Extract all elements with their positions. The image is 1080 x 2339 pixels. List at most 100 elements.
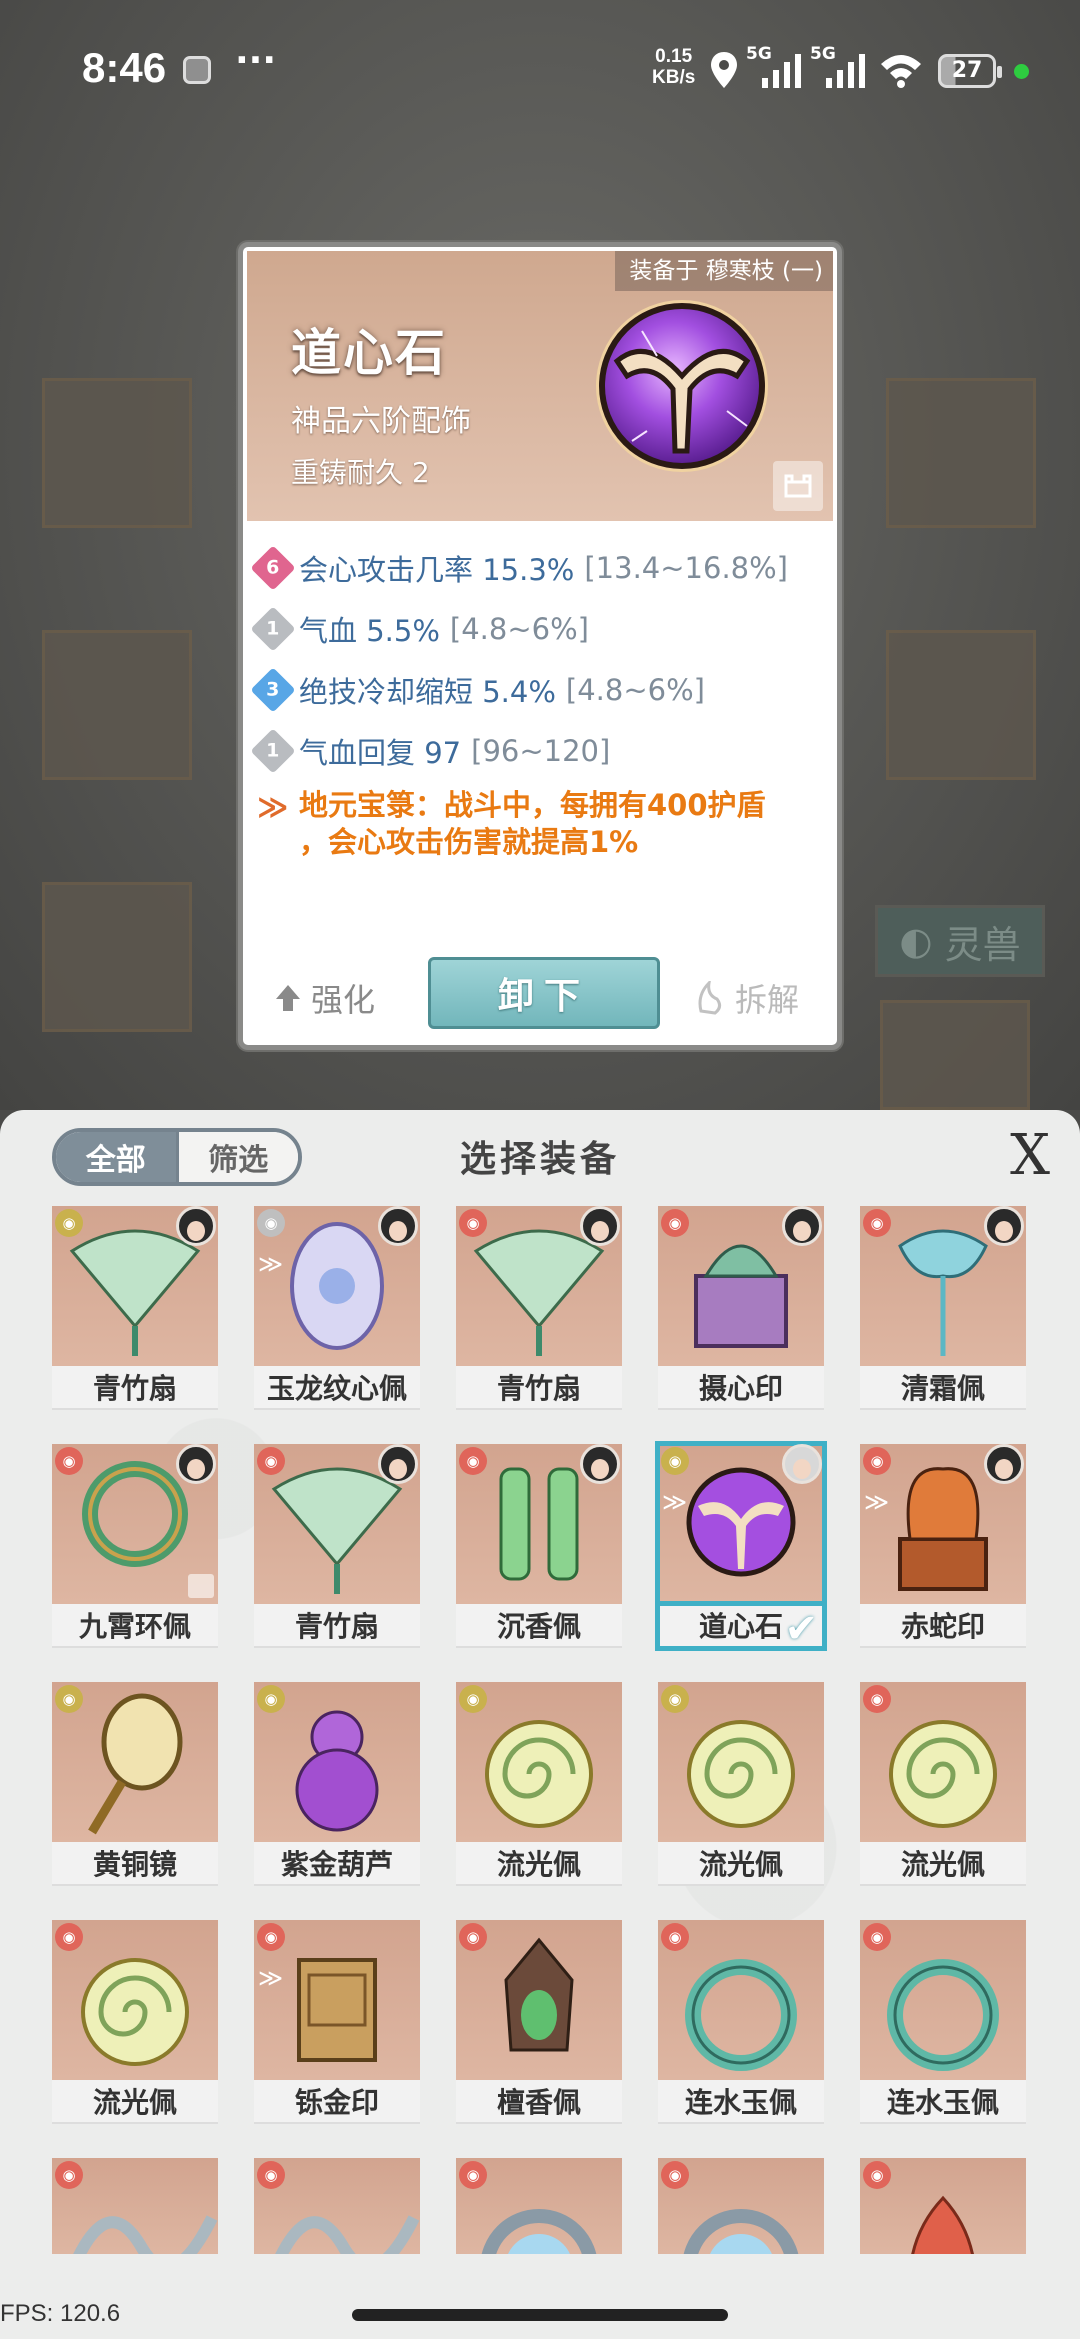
equipment-name: 九霄环佩 — [52, 1604, 218, 1648]
bg-equip-slot — [886, 378, 1036, 528]
owner-avatar — [580, 1444, 620, 1484]
equipment-item[interactable]: ◉ — [254, 2158, 420, 2254]
item-detail-card: 装备于 穆寒枝 (一) 道心石 神品六阶配饰 重铸耐久 2 6 会心攻击几率 1… — [238, 242, 842, 1050]
set-mark-icon: ≫ — [258, 1964, 284, 1992]
purple-orb-icon — [596, 300, 768, 472]
dismantle-label: 拆解 — [735, 981, 800, 1019]
quality-badge: ◉ — [459, 1923, 487, 1951]
equipment-item[interactable]: ◉ ≫ 玉龙纹心佩 — [254, 1206, 420, 1416]
quality-badge: ◉ — [661, 2161, 689, 2189]
equipment-name: 连水玉佩 — [860, 2080, 1026, 2124]
quality-badge: ◉ — [863, 1447, 891, 1475]
arrow-up-icon — [276, 985, 300, 1011]
equipment-item[interactable]: ◉ — [860, 2158, 1026, 2254]
set-mark-icon: ≫ — [258, 1250, 284, 1278]
equipment-item[interactable]: ◉ 流光佩 — [860, 1682, 1026, 1892]
equipment-name: 沉香佩 — [456, 1604, 622, 1648]
signal-icon — [762, 54, 801, 88]
equipment-item[interactable]: ◉ 摄心印 — [658, 1206, 824, 1416]
equipment-item[interactable]: ◉ 流光佩 — [52, 1920, 218, 2130]
stat-row: 1 气血 5.5% [4.8~6%] — [250, 598, 837, 659]
equipment-item[interactable]: ◉ — [52, 2158, 218, 2254]
equipment-item[interactable]: ◉ — [456, 2158, 622, 2254]
paw-icon: ◐ — [899, 919, 933, 963]
quality-badge: ◉ — [257, 1685, 285, 1713]
equipment-item[interactable]: ◉ 紫金葫芦 — [254, 1682, 420, 1892]
owner-avatar — [984, 1444, 1024, 1484]
stat-row: 1 气血回复 97 [96~120] — [250, 720, 837, 781]
stat-text: 气血回复 97 — [299, 735, 462, 770]
close-button[interactable]: X — [1006, 1128, 1054, 1184]
unequip-button[interactable]: 卸下 — [428, 957, 660, 1029]
equipment-item[interactable]: ◉ 青竹扇 — [52, 1206, 218, 1416]
item-durability: 重铸耐久 2 — [291, 456, 430, 489]
privacy-indicator — [1014, 64, 1029, 79]
equipment-item[interactable]: ◉ ≫ 铄金印 — [254, 1920, 420, 2130]
equipment-item[interactable]: ◉ 连水玉佩 — [860, 1920, 1026, 2130]
bg-equip-slot — [880, 1000, 1030, 1110]
battery-icon: 27 — [938, 54, 1002, 88]
equipment-name: 清霜佩 — [860, 1366, 1026, 1410]
equipment-name: 青竹扇 — [52, 1366, 218, 1410]
equipment-name: 连水玉佩 — [658, 2080, 824, 2124]
set-mark-icon: ≫ — [864, 1488, 890, 1516]
status-bar: 8:46 ··· 0.15 KB/s 5G 5G 27 — [0, 0, 1080, 140]
item-header: 装备于 穆寒枝 (一) 道心石 神品六阶配饰 重铸耐久 2 — [247, 251, 833, 521]
equipment-item[interactable]: ◉ 九霄环佩 — [52, 1444, 218, 1654]
item-name: 道心石 — [291, 324, 447, 382]
status-time: 8:46 — [82, 44, 167, 91]
quality-badge: ◉ — [661, 1447, 689, 1475]
panel-title: 选择装备 — [459, 1139, 620, 1180]
equipment-name: 流光佩 — [456, 1842, 622, 1886]
equipment-name: 青竹扇 — [254, 1604, 420, 1648]
equipment-name: 流光佩 — [658, 1842, 824, 1886]
equipment-item[interactable]: ◉ 流光佩 — [658, 1682, 824, 1892]
dismantle-button[interactable]: 拆解 — [695, 975, 799, 1021]
equipment-item[interactable]: ◉ ≫ 赤蛇印 — [860, 1444, 1026, 1654]
lock-toggle-button[interactable] — [773, 461, 823, 511]
equipment-item[interactable]: ◉ 青竹扇 — [254, 1444, 420, 1654]
enhance-button[interactable]: 强化 — [275, 975, 375, 1021]
stat-rank-badge: 3 — [250, 666, 296, 713]
bg-equip-slot — [42, 630, 192, 780]
equipment-name: 摄心印 — [658, 1366, 824, 1410]
set-effect-line2: ，会心攻击伤害就提高1% — [299, 825, 639, 859]
equipment-item[interactable]: ◉ 清霜佩 — [860, 1206, 1026, 1416]
equipment-item[interactable]: ◉ 黄铜镜 — [52, 1682, 218, 1892]
owner-avatar — [782, 1206, 822, 1246]
lock-icon — [188, 1574, 214, 1598]
stat-row: 3 绝技冷却缩短 5.4% [4.8~6%] — [250, 659, 837, 720]
bg-spirit-beast-tab: ◐ 灵兽 — [875, 905, 1045, 977]
stat-rank-badge: 1 — [250, 727, 296, 774]
quality-badge: ◉ — [55, 1209, 83, 1237]
item-grade: 神品六阶配饰 — [291, 404, 471, 439]
stat-rank-badge: 6 — [250, 544, 296, 591]
stat-range: [13.4~16.8%] — [584, 550, 788, 585]
home-indicator[interactable] — [352, 2309, 728, 2321]
equipment-item[interactable]: ◉ 檀香佩 — [456, 1920, 622, 2130]
owner-avatar — [782, 1444, 822, 1484]
quality-badge: ◉ — [55, 1685, 83, 1713]
equipment-name: 玉龙纹心佩 — [254, 1366, 420, 1410]
net-speed: 0.15 KB/s — [652, 46, 695, 88]
equipment-item[interactable]: ◉ 流光佩 — [456, 1682, 622, 1892]
quality-badge: ◉ — [459, 1209, 487, 1237]
equipment-item[interactable]: ◉ 连水玉佩 — [658, 1920, 824, 2130]
owner-avatar — [378, 1206, 418, 1246]
owner-avatar — [984, 1206, 1024, 1246]
quality-badge: ◉ — [863, 1209, 891, 1237]
stat-range: [4.8~6%] — [449, 611, 589, 646]
bg-tab-label: 灵兽 — [944, 922, 1021, 967]
net-speed-unit: KB/s — [652, 67, 696, 88]
equipment-item[interactable]: ◉ 青竹扇 — [456, 1206, 622, 1416]
quality-badge: ◉ — [863, 2161, 891, 2189]
stat-text: 会心攻击几率 15.3% — [299, 552, 575, 587]
quality-badge: ◉ — [257, 1209, 285, 1237]
equipment-item[interactable]: ◉ ≫ 道心石 ✔ — [655, 1441, 827, 1654]
dismantle-icon — [698, 981, 722, 1015]
owner-avatar — [176, 1444, 216, 1484]
equipment-item[interactable]: ◉ — [658, 2158, 824, 2254]
equipment-item[interactable]: ◉ 沉香佩 — [456, 1444, 622, 1654]
set-effect-line1: 地元宝箓：战斗中，每拥有400护盾 — [299, 788, 766, 822]
fps-counter: FPS: 120.6 — [0, 2300, 121, 2327]
